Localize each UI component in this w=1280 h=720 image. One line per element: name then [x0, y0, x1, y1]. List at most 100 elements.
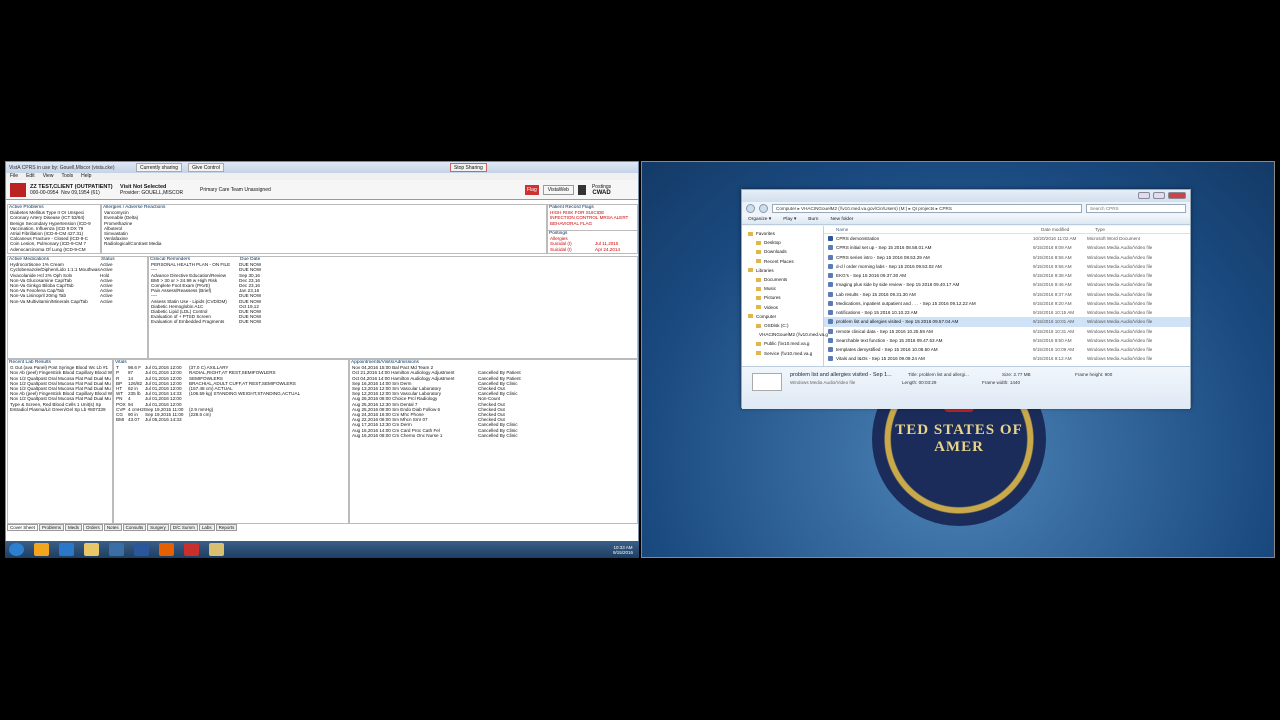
menu-view[interactable]: View — [43, 173, 54, 180]
vitals-pane[interactable]: Vitals T 98.6 F Jul 01,2016 12:00 (37.0 C) … — [113, 359, 349, 524]
allergies-pane[interactable]: Allergies / Adverse Reactions Vancomycin… — [101, 204, 547, 254]
firefox-icon[interactable] — [159, 543, 174, 556]
explorer-title-bar[interactable] — [742, 190, 1190, 202]
tab-d-c-summ[interactable]: D/C Summ — [169, 524, 198, 531]
nav-item[interactable]: Public (\\v10.med.va.g — [742, 339, 823, 348]
file-row[interactable]: EKG's - Sep 15 2016 09.37.30 AM 9/15/2016… — [824, 271, 1190, 280]
nav-item[interactable]: Service (\\v10.med.va.g — [742, 349, 823, 358]
address-bar[interactable]: Computer ▸ VHACINGouelM2 (\\v10.med.va.g… — [772, 203, 1082, 213]
file-row[interactable]: CPRS series intro - Sep 15 2016 08.53.29… — [824, 253, 1190, 262]
menu-help[interactable]: Help — [81, 173, 91, 180]
column-header-name[interactable]: Name — [836, 226, 1041, 233]
forward-icon[interactable] — [759, 203, 768, 213]
team[interactable]: Primary Care Team Unassigned — [200, 187, 525, 193]
file-row[interactable]: Imaging plus side by side review - Sep 1… — [824, 280, 1190, 289]
file-row[interactable]: problem list and allergies visited - Sep… — [824, 317, 1190, 327]
file-row[interactable]: Searchable text function - Sep 15 2016 0… — [824, 336, 1190, 345]
toolbar-new-folder[interactable]: New folder — [830, 217, 853, 222]
folder-icon[interactable] — [84, 543, 99, 556]
vital-row[interactable]: BMI 43.07 Jul 05,2016 14:33 — [114, 417, 348, 422]
vista-icon[interactable] — [184, 543, 199, 556]
reminder-row[interactable]: Evaluation of Embedded Fragments DUE NOW — [149, 319, 637, 324]
tab-surgery[interactable]: Surgery — [147, 524, 169, 531]
minimize-button[interactable] — [1138, 192, 1150, 199]
cprs-icon[interactable] — [109, 543, 124, 556]
medications-pane[interactable]: Active Medications Status Hydrocortisone … — [7, 256, 148, 359]
remote-data-icon[interactable] — [577, 184, 586, 195]
file-date: 9/15/2016 8:56 AM — [1033, 254, 1072, 260]
lab-item[interactable]: Estradiol Plasma/Lit Green/Gel Sp Lb #80… — [8, 407, 112, 412]
visit-block[interactable]: Visit Not Selected Provider: GOUELL,MISC… — [120, 184, 200, 196]
flag-button[interactable]: Flag — [525, 184, 539, 195]
problem-item[interactable]: Adenocarcinoma Of Lung (ICD-9-CM — [8, 247, 100, 252]
column-header-type[interactable]: Type — [1095, 226, 1173, 233]
word-icon[interactable] — [134, 543, 149, 556]
postings-button[interactable]: Postings CWAD — [592, 184, 611, 196]
record-flag-item[interactable]: BEHAVIORAL FLAG — [548, 221, 637, 226]
active-problems-pane[interactable]: Active Problems Diabetes Mellitus Type I… — [7, 204, 101, 254]
menu-file[interactable]: File — [10, 173, 18, 180]
nav-item[interactable]: Favorites — [742, 229, 823, 238]
folder-icon — [756, 259, 761, 264]
tab-labs[interactable]: Labs — [198, 524, 215, 531]
nav-item[interactable]: Videos — [742, 303, 823, 312]
nav-item-label: Videos — [764, 304, 778, 310]
column-header-date-modified[interactable]: Date modified — [1041, 226, 1095, 233]
ie-icon[interactable] — [59, 543, 74, 556]
tab-cover-sheet[interactable]: Cover Sheet — [7, 524, 39, 531]
tab-orders[interactable]: Orders — [83, 524, 103, 531]
nav-item[interactable]: Music — [742, 284, 823, 293]
nav-item[interactable]: Computer — [742, 312, 823, 321]
file-row[interactable]: d-d l order morning labs - Sep 15 2016 0… — [824, 262, 1190, 271]
search-input[interactable] — [1086, 203, 1186, 213]
file-row[interactable]: Lab results - Sep 15 2016 09.31.30 AM 9/1… — [824, 290, 1190, 299]
file-type: Windows Media Audio/Video file — [1087, 263, 1153, 269]
tab-meds[interactable]: Meds — [65, 524, 83, 531]
patient-block[interactable]: ZZ TEST,CLIENT (OUTPATIENT) 000-00-0954 … — [30, 184, 120, 196]
tab-notes[interactable]: Notes — [103, 524, 122, 531]
nav-item[interactable]: Downloads — [742, 247, 823, 256]
file-row[interactable]: CPRS demonstration 10/20/2016 11:02 AM Mic… — [824, 234, 1190, 243]
toolbar-play[interactable]: Play ▾ — [783, 217, 796, 222]
nav-item[interactable]: Libraries — [742, 266, 823, 275]
tab-consults[interactable]: Consults — [122, 524, 147, 531]
file-row[interactable]: templates demystified - Sep 15 2016 10.0… — [824, 345, 1190, 354]
nav-item[interactable]: Documents — [742, 275, 823, 284]
nav-item[interactable]: Recent Places — [742, 257, 823, 266]
toolbar-organize[interactable]: Organize ▾ — [748, 217, 771, 222]
nav-item[interactable]: VHACINGouelM2 (\\v10.med.va.g — [742, 330, 828, 339]
vistaweb-button[interactable]: VistaWeb — [542, 184, 574, 195]
posting-item[interactable]: Suicidal (I) Apr 24,2014 — [548, 247, 637, 252]
file-row[interactable]: CPRS initial set up - Sep 15 2016 08.58.… — [824, 243, 1190, 252]
give-control-button[interactable]: Give Control — [188, 163, 224, 172]
medication-row[interactable]: Non-Va Multivitamin/Minerals Cap/Tab Acti… — [8, 299, 147, 304]
file-row[interactable]: remote clinical data - Sep 15 2016 10.25… — [824, 327, 1190, 336]
toolbar-burn[interactable]: Burn — [808, 217, 818, 222]
media-player-icon[interactable] — [34, 543, 49, 556]
postings-pane[interactable]: Postings Allergies Suicidal (I) Jul 11,201… — [547, 230, 638, 254]
notepad-icon[interactable] — [209, 543, 224, 556]
start-orb-icon[interactable] — [9, 543, 24, 556]
nav-item[interactable]: Pictures — [742, 293, 823, 302]
file-row[interactable]: Medications, inpatient outpatient and . … — [824, 299, 1190, 308]
nav-item[interactable]: OSDisk (C:) — [742, 321, 823, 330]
tab-problems[interactable]: Problems — [39, 524, 65, 531]
reminders-pane[interactable]: Clinical Reminders Due Date PERSONAL HEAL… — [148, 256, 638, 359]
menu-edit[interactable]: Edit — [26, 173, 35, 180]
appointment-row[interactable]: Aug 16,2016 08:00 Cm Chemo Onc Nurse 1 Ca… — [350, 433, 637, 438]
menu-tools[interactable]: Tools — [61, 173, 73, 180]
close-button[interactable] — [1168, 192, 1186, 199]
folder-icon — [756, 250, 761, 254]
tab-reports[interactable]: Reports — [215, 524, 238, 531]
nav-item[interactable]: Desktop — [742, 238, 823, 247]
record-flags-pane[interactable]: Patient Record Flags HIGH RISK FOR SUICI… — [547, 204, 638, 232]
stop-sharing-button[interactable]: Stop Sharing — [449, 163, 487, 172]
maximize-button[interactable] — [1153, 192, 1165, 199]
appointments-pane[interactable]: Appointments/Visits/Admissions Nov 04,20… — [349, 359, 638, 524]
file-row[interactable]: Vitals and I&Os - Sep 15 2016 09.09.24 A… — [824, 354, 1190, 363]
allergy-item[interactable]: Radiological/Contrast Media — [102, 241, 546, 246]
taskbar-clock[interactable]: 10:33 AM 9/15/2016 — [613, 545, 639, 555]
back-icon[interactable] — [746, 203, 755, 213]
labs-pane[interactable]: Recent Lab Results G Gut (ava Panel) Pos… — [7, 359, 113, 524]
file-row[interactable]: notifications - Sep 15 2016 10.10.23 AM 9… — [824, 308, 1190, 317]
